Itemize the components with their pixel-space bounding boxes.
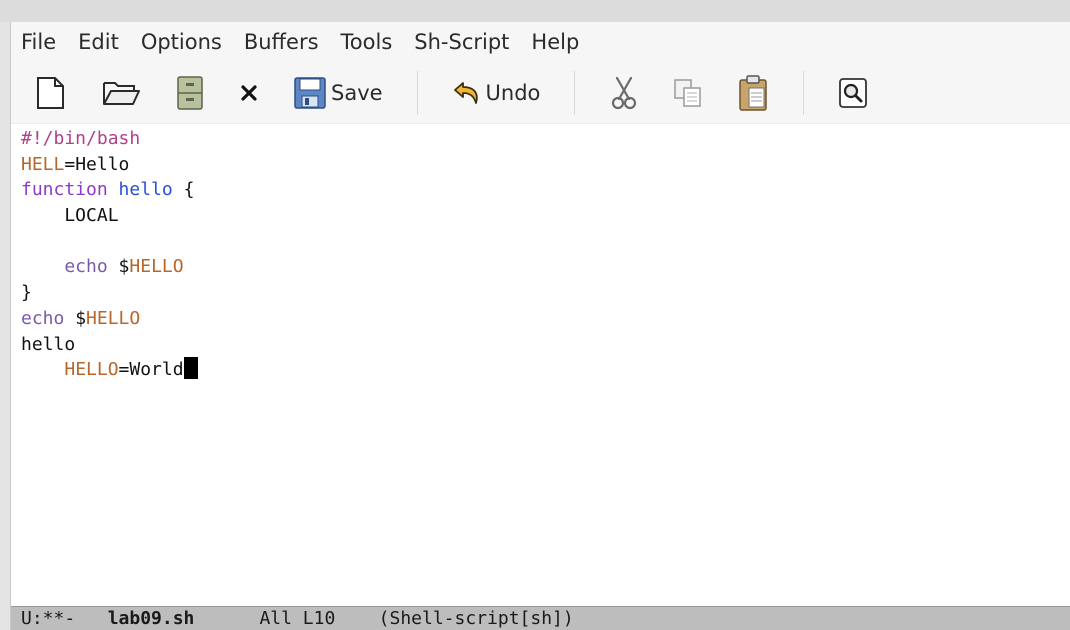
new-file-icon <box>37 76 64 109</box>
modeline-major-mode: (Shell-script[sh]) <box>378 608 574 629</box>
undo-label: Undo <box>485 80 541 105</box>
code-token: echo <box>21 307 65 329</box>
code-token: $ <box>64 307 87 329</box>
code-line: function hello { <box>21 177 1061 203</box>
code-line: } <box>21 280 1061 306</box>
search-button[interactable] <box>838 77 868 109</box>
toolbar-separator <box>574 70 576 115</box>
code-line: #!/bin/bash <box>21 126 1061 152</box>
menu-help[interactable]: Help <box>531 30 579 54</box>
floppy-disk-icon <box>294 76 326 109</box>
code-token: { <box>172 179 195 201</box>
file-cabinet-icon <box>177 75 203 110</box>
code-token: =Hello <box>64 153 130 175</box>
code-line: HELLO=World <box>21 357 1061 383</box>
menu-buffers[interactable]: Buffers <box>244 30 319 54</box>
window-top-strip <box>0 0 1070 22</box>
code-token: HELLO <box>64 359 119 381</box>
cut-button[interactable] <box>609 75 639 111</box>
code-token: =World <box>118 359 184 381</box>
window-left-strip <box>0 22 10 630</box>
text-cursor <box>183 357 198 380</box>
save-label: Save <box>331 80 383 105</box>
menu-tools[interactable]: Tools <box>341 30 393 54</box>
kill-buffer-button[interactable] <box>239 83 259 103</box>
undo-arrow-icon <box>453 81 478 104</box>
toolbar-separator <box>416 70 418 115</box>
menu-options[interactable]: Options <box>141 30 222 54</box>
copy-icon <box>674 78 702 107</box>
code-token: $ <box>107 256 130 278</box>
menu-bar: File Edit Options Buffers Tools Sh-Scrip… <box>11 22 1070 62</box>
clipboard-icon <box>739 74 768 111</box>
menu-edit[interactable]: Edit <box>78 30 119 54</box>
open-file-button[interactable] <box>101 77 141 109</box>
save-button[interactable]: Save <box>293 76 383 110</box>
code-token: #!/bin/bash <box>21 128 141 149</box>
paste-button[interactable] <box>737 74 769 112</box>
code-line: hello <box>21 332 1061 358</box>
code-line: HELL=Hello <box>21 152 1061 178</box>
modeline-buffer-name: lab09.sh <box>107 608 195 629</box>
code-token: HELLO <box>129 256 184 278</box>
menu-file[interactable]: File <box>21 30 56 54</box>
undo-button[interactable]: Undo <box>452 79 541 107</box>
code-token: LOCAL <box>21 205 119 227</box>
mode-line: U:**- lab09.sh All L10 (Shell-script[sh]… <box>11 606 1070 630</box>
code-token: echo <box>21 256 108 278</box>
code-token: HELL <box>21 153 65 175</box>
code-token: hello <box>21 333 76 355</box>
code-line: echo $HELLO <box>21 254 1061 280</box>
modeline-position: All L10 <box>259 608 336 629</box>
folder-open-icon <box>103 81 140 105</box>
code-token: hello <box>118 179 173 201</box>
emacs-frame: File Edit Options Buffers Tools Sh-Scrip… <box>10 22 1070 630</box>
code-line: LOCAL <box>21 203 1061 229</box>
scissors-icon <box>612 76 637 109</box>
tool-bar: Save Undo <box>11 62 1070 124</box>
code-token: function <box>21 179 108 201</box>
editor-buffer[interactable]: #!/bin/bash HELL=Hello function hello { LO… <box>21 126 1061 600</box>
code-line: echo $HELLO <box>21 306 1061 332</box>
code-token: } <box>21 282 32 304</box>
code-token: HELLO <box>86 307 141 329</box>
search-icon <box>839 77 868 108</box>
close-icon <box>241 84 257 101</box>
modeline-status: U:**- <box>21 608 76 629</box>
toolbar-separator <box>803 70 805 115</box>
copy-button[interactable] <box>673 78 703 108</box>
dired-button[interactable] <box>175 75 205 111</box>
menu-sh-script[interactable]: Sh-Script <box>414 30 509 54</box>
new-file-button[interactable] <box>33 75 67 111</box>
